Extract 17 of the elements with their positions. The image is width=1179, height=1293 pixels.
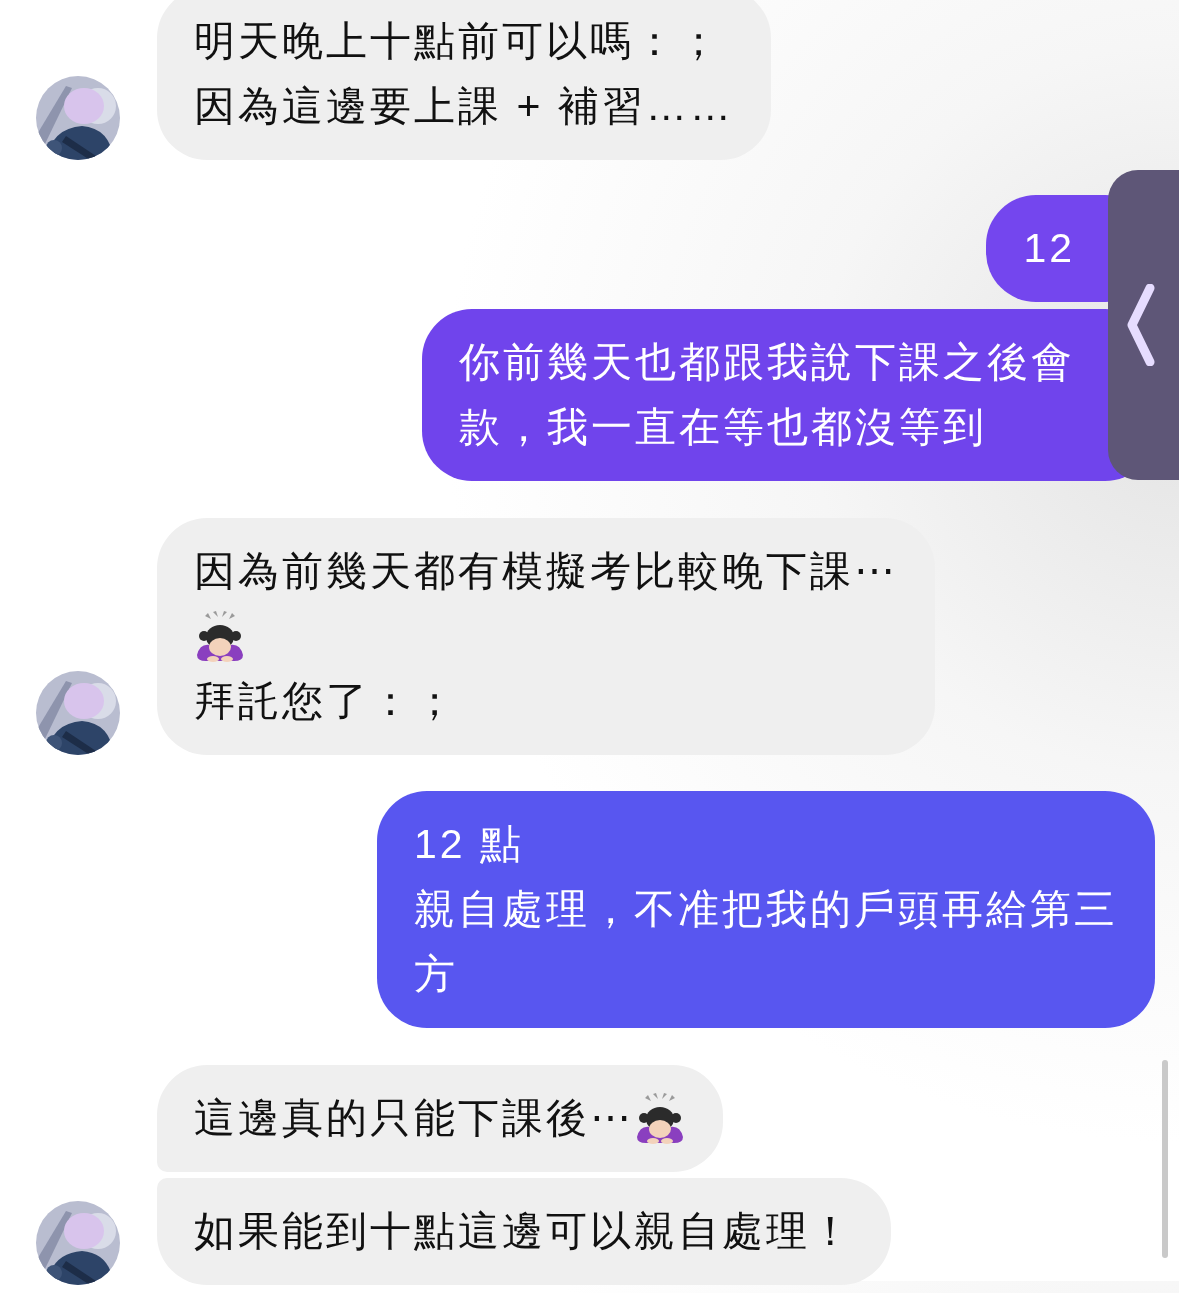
message-text: 親自處理，不准把我的戶頭再給第三 [414, 884, 1118, 934]
bowing-person-icon [634, 1092, 686, 1145]
scrollbar[interactable] [1162, 1060, 1168, 1258]
chevron-left-icon [1126, 284, 1156, 366]
message-text: 因為前幾天都有模擬考比較晚下課⋯ [194, 546, 898, 596]
message-text: 方 [414, 949, 458, 999]
message-text: 明天晚上十點前可以嗎：； [194, 16, 722, 66]
message-text: 因為這邊要上課 + 補習…… [194, 81, 734, 131]
message-text: 拜託您了：； [194, 676, 458, 726]
side-panel-handle[interactable] [1108, 170, 1179, 480]
message-text: 如果能到十點這邊可以親自處理！ [194, 1206, 854, 1256]
message-text: 款，我一直在等也都沒等到 [459, 402, 987, 452]
message-text: 這邊真的只能下課後⋯ [194, 1093, 634, 1143]
bowing-person-icon [194, 610, 246, 663]
message-text: 12 [1023, 223, 1075, 273]
message-text: 你前幾天也都跟我說下課之後會 [459, 337, 1075, 387]
message-text: 12 點 [414, 819, 524, 869]
